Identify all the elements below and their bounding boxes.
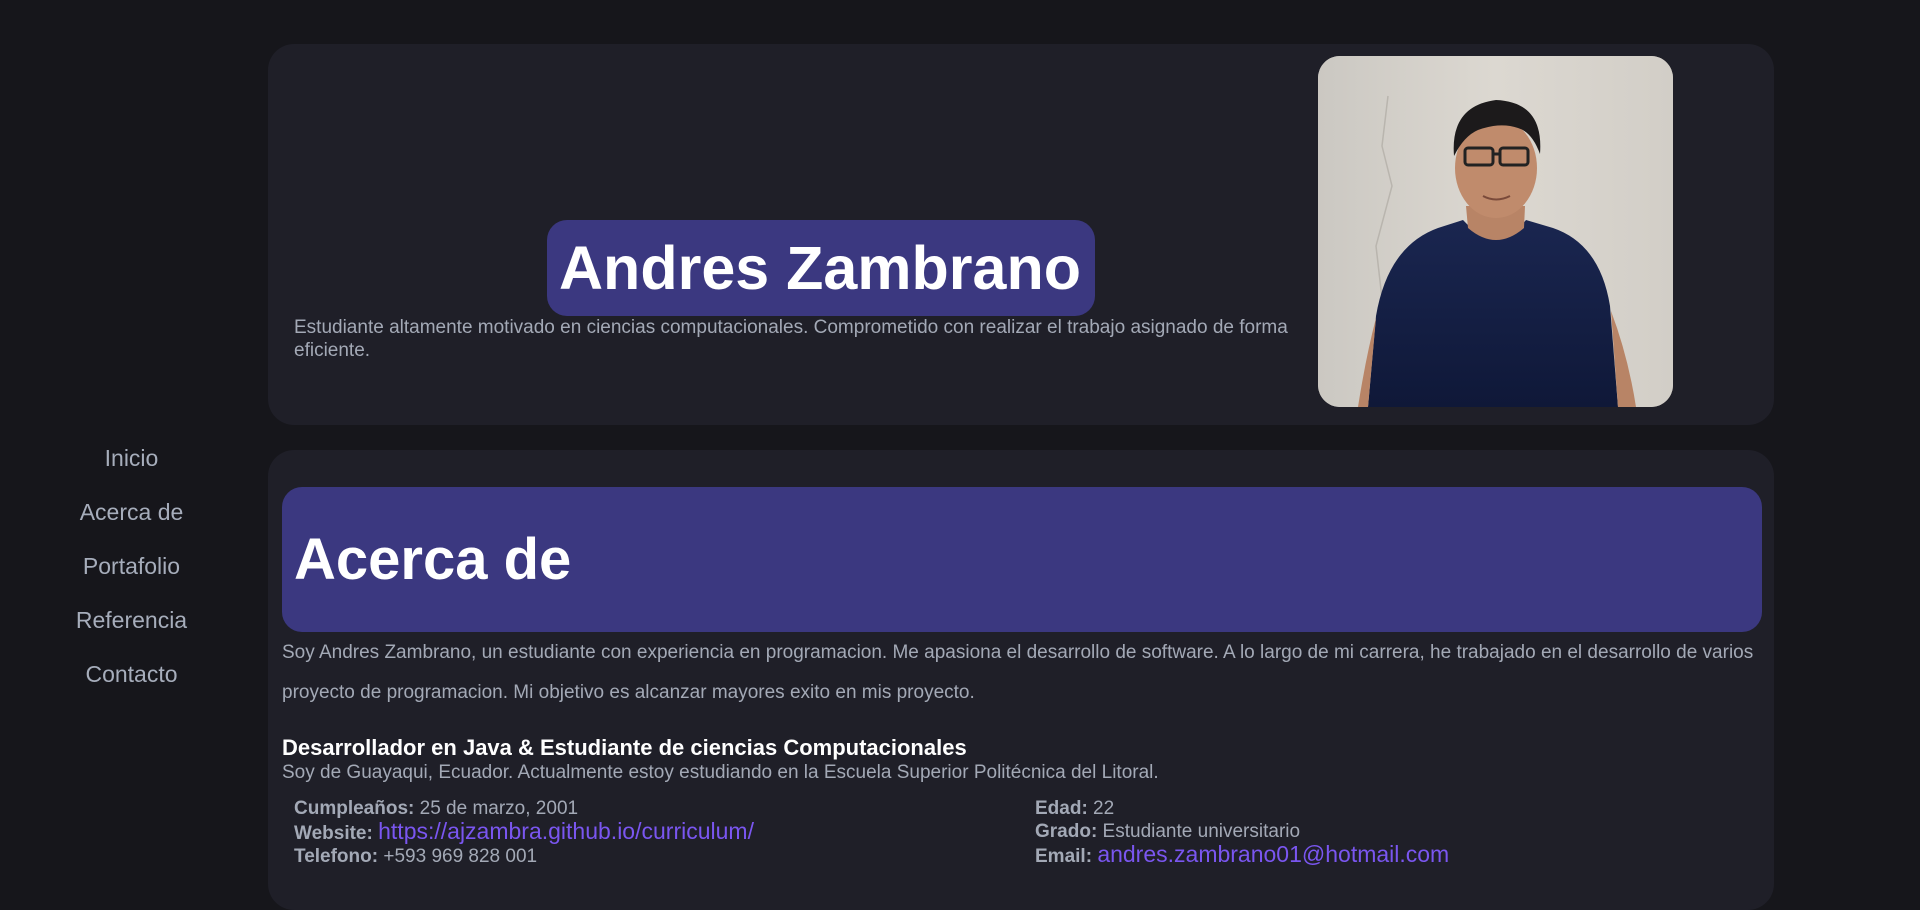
info-key: Cumpleaños: (294, 798, 415, 819)
role-title: Desarrollador en Java & Estudiante de ci… (282, 735, 967, 760)
nav-item-contacto[interactable]: Contacto (85, 647, 177, 701)
info-row-age: Edad: 22 (1035, 797, 1449, 820)
info-value: 25 de marzo, 2001 (414, 798, 579, 819)
about-title: Acerca de (294, 527, 572, 592)
info-key: Website: (294, 823, 373, 844)
info-value: 22 (1087, 798, 1115, 819)
info-key: Edad: (1035, 798, 1088, 819)
nav-item-referencia[interactable]: Referencia (76, 593, 187, 647)
info-value: +593 969 828 001 (378, 846, 538, 867)
info-value: Estudiante universitario (1097, 821, 1301, 842)
about-text: Soy Andres Zambrano, un estudiante con e… (282, 642, 1754, 703)
sidebar-nav: Inicio Acerca de Portafolio Referencia C… (0, 431, 263, 701)
nav-item-portafolio[interactable]: Portafolio (83, 539, 180, 593)
profile-photo (1318, 56, 1673, 407)
profile-photo-image (1318, 56, 1673, 407)
hero-description: Estudiante altamente motivado en ciencia… (294, 317, 1288, 361)
website-link[interactable]: https://ajzambra.github.io/curriculum/ (378, 818, 754, 844)
info-row-phone: Telefono: +593 969 828 001 (294, 845, 754, 868)
info-row-website: Website: https://ajzambra.github.io/curr… (294, 820, 754, 845)
email-link[interactable]: andres.zambrano01@hotmail.com (1097, 841, 1449, 867)
info-row-email: Email: andres.zambrano01@hotmail.com (1035, 843, 1449, 868)
info-key: Grado: (1035, 821, 1098, 842)
about-banner: Acerca de (282, 487, 1762, 632)
info-key: Telefono: (294, 846, 379, 867)
info-row-degree: Grado: Estudiante universitario (1035, 820, 1449, 843)
info-key: Email: (1035, 846, 1093, 867)
about-section: Acerca de Soy Andres Zambrano, un estudi… (268, 450, 1774, 910)
nav-item-inicio[interactable]: Inicio (105, 431, 159, 485)
role-description: Soy de Guayaqui, Ecuador. Actualmente es… (282, 762, 1159, 783)
info-list-left: Cumpleaños: 25 de marzo, 2001 Website: h… (294, 797, 754, 868)
nav-item-acerca-de[interactable]: Acerca de (80, 485, 184, 539)
hero-name: Andres Zambrano (547, 220, 1095, 316)
hero-section: Andres Zambrano Estudiante altamente mot… (268, 44, 1774, 425)
info-row-birthday: Cumpleaños: 25 de marzo, 2001 (294, 797, 754, 820)
info-list-right: Edad: 22 Grado: Estudiante universitario… (1035, 797, 1449, 868)
